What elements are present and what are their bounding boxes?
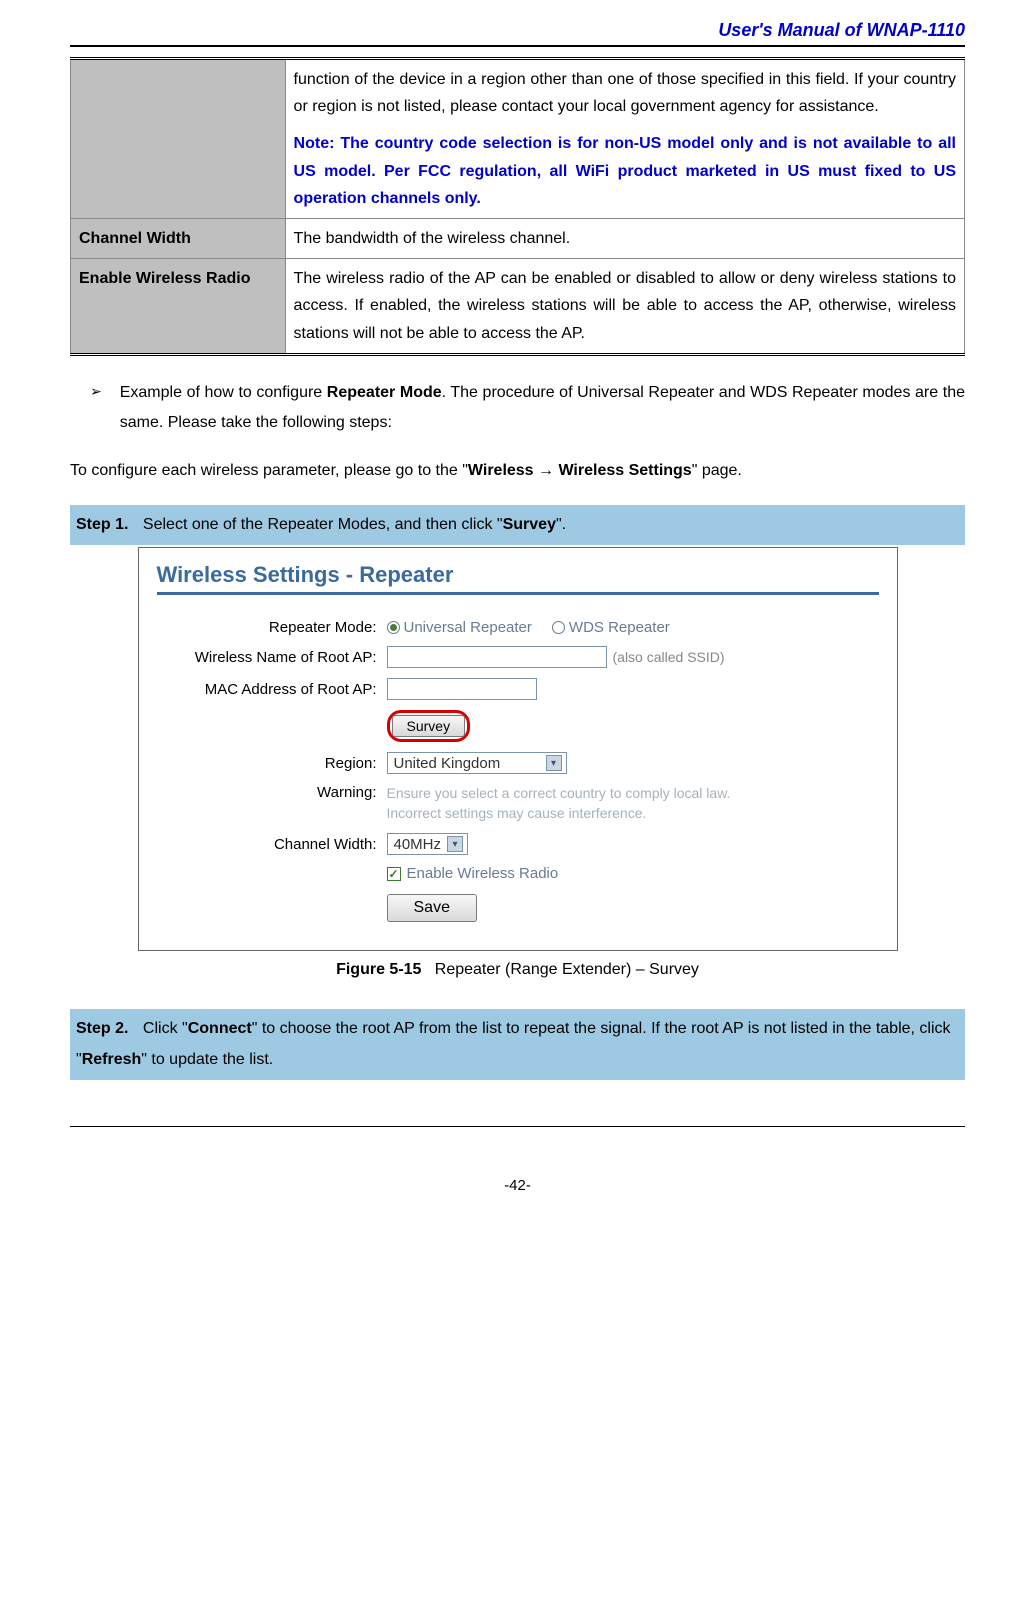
survey-button[interactable]: Survey — [392, 715, 466, 737]
radio-wds-repeater[interactable]: WDS Repeater — [552, 619, 670, 636]
region-label: Region: — [157, 755, 387, 772]
radio-dot-icon — [552, 621, 565, 634]
step1-bar: Step 1. Select one of the Repeater Modes… — [70, 505, 965, 545]
ssid-hint: (also called SSID) — [613, 649, 725, 665]
figure-title-underline — [157, 592, 879, 595]
step1-pre: Select one of the Repeater Modes, and th… — [143, 516, 503, 533]
parameter-table: function of the device in a region other… — [70, 57, 965, 356]
step1-label: Step 1. — [76, 516, 128, 533]
footer-rule — [70, 1126, 965, 1127]
param-row2-label: Channel Width — [71, 218, 286, 258]
channel-width-label: Channel Width: — [157, 836, 387, 853]
channel-width-value: 40MHz — [394, 836, 442, 853]
warning-text: Ensure you select a correct country to c… — [387, 784, 777, 823]
radio-dot-icon — [387, 621, 400, 634]
chevron-down-icon: ▾ — [447, 836, 463, 852]
survey-button-highlight: Survey — [387, 710, 471, 742]
page-number: -42- — [70, 1177, 965, 1194]
param-row1-desc: function of the device in a region other… — [294, 66, 956, 120]
wireless-name-label: Wireless Name of Root AP: — [157, 649, 387, 666]
step2-post: " to update the list. — [141, 1051, 273, 1068]
instruction-line: To configure each wireless parameter, pl… — [70, 456, 965, 486]
enable-wireless-label: Enable Wireless Radio — [407, 865, 559, 882]
param-row3-desc: The wireless radio of the AP can be enab… — [285, 259, 964, 355]
param-row1-label — [71, 59, 286, 219]
bullet-bold: Repeater Mode — [327, 384, 442, 401]
warning-label: Warning: — [157, 784, 387, 801]
figure-screenshot: Wireless Settings - Repeater Repeater Mo… — [138, 547, 898, 951]
radio-wds-label: WDS Repeater — [569, 619, 670, 636]
bullet-arrow-icon: ➢ — [90, 378, 102, 439]
step2-bold1: Connect — [188, 1020, 252, 1037]
mac-address-label: MAC Address of Root AP: — [157, 681, 387, 698]
channel-width-select[interactable]: 40MHz ▾ — [387, 833, 469, 855]
step1-post: ". — [556, 516, 566, 533]
region-value: United Kingdom — [394, 755, 501, 772]
instruction-post: " page. — [692, 462, 742, 479]
page-header-title: User's Manual of WNAP-1110 — [70, 20, 965, 41]
step2-bar: Step 2. Click "Connect" to choose the ro… — [70, 1009, 965, 1080]
wireless-name-input[interactable] — [387, 646, 607, 668]
repeater-mode-label: Repeater Mode: — [157, 619, 387, 636]
bullet-pre: Example of how to configure — [120, 384, 327, 401]
figure-caption-text: Repeater (Range Extender) – Survey — [435, 961, 699, 978]
radio-universal-label: Universal Repeater — [404, 619, 532, 636]
region-select[interactable]: United Kingdom ▾ — [387, 752, 567, 774]
step2-label: Step 2. — [76, 1020, 128, 1037]
param-row2-desc: The bandwidth of the wireless channel. — [285, 218, 964, 258]
enable-wireless-checkbox[interactable]: ✓ — [387, 867, 401, 881]
step2-bold2: Refresh — [82, 1051, 142, 1068]
radio-universal-repeater[interactable]: Universal Repeater — [387, 619, 532, 636]
save-button[interactable]: Save — [387, 894, 477, 922]
figure-caption: Figure 5-15 Repeater (Range Extender) – … — [70, 961, 965, 979]
figure-title: Wireless Settings - Repeater — [157, 562, 879, 588]
bullet-example: ➢ Example of how to configure Repeater M… — [90, 378, 965, 439]
param-row3-label: Enable Wireless Radio — [71, 259, 286, 355]
chevron-down-icon: ▾ — [546, 755, 562, 771]
mac-address-input[interactable] — [387, 678, 537, 700]
param-row1-desc-cell: function of the device in a region other… — [285, 59, 964, 219]
instruction-pre: To configure each wireless parameter, pl… — [70, 462, 468, 479]
instruction-bold: Wireless → Wireless Settings — [468, 462, 692, 479]
step2-pre: Click " — [143, 1020, 188, 1037]
step1-bold: Survey — [503, 516, 556, 533]
figure-caption-bold: Figure 5-15 — [336, 961, 421, 978]
param-row1-note: Note: The country code selection is for … — [294, 130, 956, 212]
